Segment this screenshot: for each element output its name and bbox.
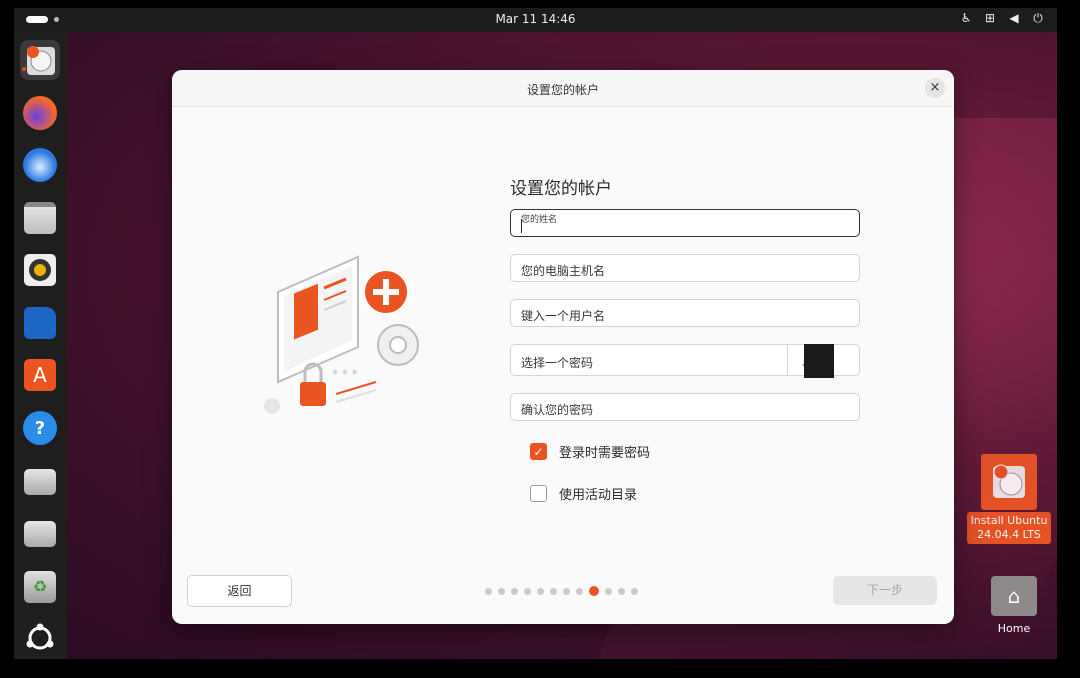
- desktop-icon-install-ubuntu[interactable]: Install Ubuntu 24.04.4 LTS: [954, 454, 1057, 544]
- dock-item-installer[interactable]: [20, 40, 60, 80]
- dock-item-writer[interactable]: [20, 303, 60, 343]
- dock-item-thunderbird[interactable]: [20, 145, 60, 185]
- confirm-password-field[interactable]: 确认您的密码: [510, 393, 860, 421]
- dock-item-drive-2[interactable]: [20, 514, 60, 554]
- volume-icon[interactable]: ◀: [1007, 11, 1021, 26]
- home-folder-icon: ⌂: [991, 576, 1037, 616]
- dock-item-app-center[interactable]: A: [20, 355, 60, 395]
- drive-icon: [24, 521, 56, 547]
- full-name-label: 您的姓名: [521, 215, 558, 225]
- dock-item-show-apps[interactable]: [20, 618, 60, 658]
- drive-icon: [24, 469, 56, 495]
- desktop-icon-home[interactable]: ⌂ Home: [974, 576, 1054, 636]
- confirm-password-placeholder: 确认您的密码: [521, 403, 594, 417]
- running-indicator: [22, 67, 26, 71]
- firefox-icon: [23, 96, 57, 130]
- power-icon[interactable]: ⏻: [1031, 11, 1045, 26]
- desktop-icon-label: Install Ubuntu 24.04.4 LTS: [966, 512, 1052, 544]
- accessibility-icon[interactable]: ♿: [959, 11, 973, 26]
- home-label: Home: [997, 622, 1031, 635]
- step-dot: [524, 587, 531, 595]
- show-apps-icon: [26, 623, 54, 650]
- redaction-block: [804, 344, 834, 378]
- dock-item-files[interactable]: [20, 198, 60, 238]
- ubuntu-installer-icon: [981, 454, 1037, 510]
- system-tray[interactable]: ♿ ⊞ ◀ ⏻: [959, 11, 1045, 26]
- username-placeholder: 键入一个用户名: [521, 309, 606, 323]
- thunderbird-icon: [23, 148, 57, 182]
- dialog-header: 设置您的帐户 ×: [172, 70, 954, 107]
- step-dot: [485, 587, 492, 595]
- dock-item-help[interactable]: ?: [20, 408, 60, 448]
- dialog-title: 设置您的帐户: [526, 83, 599, 97]
- next-button[interactable]: 下一步: [833, 576, 937, 605]
- password-placeholder: 选择一个密码: [521, 356, 594, 370]
- active-directory-label: 使用活动目录: [559, 488, 638, 503]
- svg-text:* * *: * * *: [332, 367, 358, 381]
- active-directory-checkbox[interactable]: [530, 485, 547, 502]
- hostname-field[interactable]: 您的电脑主机名: [510, 254, 860, 282]
- ubuntu-installer-icon: [27, 46, 55, 75]
- top-bar: Mar 11 14:46 ♿ ⊞ ◀ ⏻: [14, 8, 1057, 32]
- show-password-button[interactable]: 显示: [787, 344, 859, 378]
- account-illustration: * * *: [264, 255, 419, 414]
- full-name-field[interactable]: 您的姓名: [510, 209, 860, 237]
- step-dot: [511, 587, 518, 595]
- back-button[interactable]: 返回: [187, 575, 292, 607]
- dock-item-drive-1[interactable]: [20, 462, 60, 502]
- rhythmbox-icon: [24, 254, 56, 286]
- step-dot: [563, 587, 570, 595]
- form-title: 设置您的帐户: [510, 179, 612, 199]
- step-dot: [537, 587, 544, 595]
- hostname-placeholder: 您的电脑主机名: [521, 264, 606, 278]
- step-indicator: [485, 586, 638, 596]
- files-icon: [24, 202, 56, 234]
- require-password-label: 登录时需要密码: [559, 446, 651, 461]
- install-label-line2: 24.04.4 LTS: [977, 528, 1041, 541]
- installer-dialog: 设置您的帐户 × * * * 设置您的帐户 您的姓名 您的电脑主机名 键入一个用…: [172, 70, 954, 624]
- text-cursor: [521, 219, 522, 233]
- require-password-option[interactable]: ✓ 登录时需要密码: [530, 442, 650, 461]
- step-dot: [605, 587, 612, 595]
- step-dot: [631, 587, 638, 595]
- step-dot: [550, 587, 557, 595]
- clock[interactable]: Mar 11 14:46: [14, 12, 1057, 26]
- step-dot: [576, 587, 583, 595]
- dock: A ? ♻: [14, 32, 67, 659]
- install-label-line1: Install Ubuntu: [970, 514, 1048, 527]
- close-button[interactable]: ×: [925, 78, 945, 98]
- username-field[interactable]: 键入一个用户名: [510, 299, 860, 327]
- network-icon[interactable]: ⊞: [983, 11, 997, 26]
- dock-item-firefox[interactable]: [20, 93, 60, 133]
- libreoffice-writer-icon: [24, 307, 56, 339]
- step-dot: [498, 587, 505, 595]
- step-dot: [618, 587, 625, 595]
- step-dot-current: [589, 586, 599, 596]
- trash-icon: ♻: [24, 571, 56, 603]
- help-icon: ?: [23, 411, 57, 445]
- dock-item-rhythmbox[interactable]: [20, 250, 60, 290]
- require-password-checkbox[interactable]: ✓: [530, 443, 547, 460]
- dock-item-trash[interactable]: ♻: [20, 567, 60, 607]
- password-field[interactable]: 选择一个密码 显示: [510, 344, 860, 378]
- app-center-icon: A: [24, 359, 56, 391]
- active-directory-option[interactable]: 使用活动目录: [530, 484, 637, 503]
